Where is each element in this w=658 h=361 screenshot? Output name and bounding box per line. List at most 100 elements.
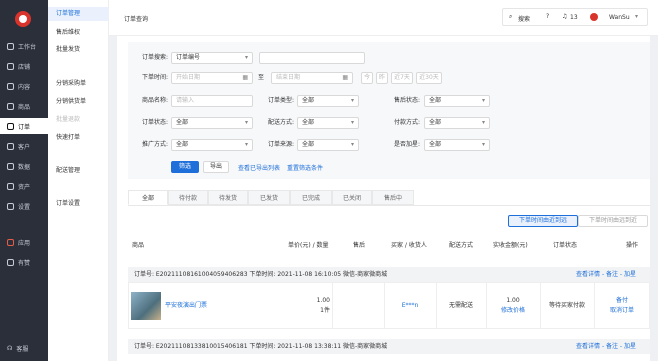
data-icon [7,162,14,170]
chevron-down-icon: ▾ [481,141,485,148]
remark-link[interactable]: 备付 [594,297,650,305]
cancel-order-link[interactable]: 取消订单 [594,307,650,315]
order-source-select[interactable]: 全部 ▾ [297,139,359,151]
nav-service[interactable]: ☊ 客服 [0,340,48,356]
order-status-select[interactable]: 全部 ▾ [171,117,253,129]
subnav-order-settings[interactable]: 订单设置 [48,197,109,211]
tab-closed[interactable]: 已关闭 [332,190,372,205]
star-select[interactable]: 全部 ▾ [424,139,490,151]
name-label: 商品名称: [141,97,168,104]
order-icon [7,122,14,130]
sort-oldest-first[interactable]: 下单时间由远到近 [578,215,648,227]
help-icon[interactable]: ? [546,13,549,20]
chevron-down-icon: ▾ [481,119,485,126]
main-sidebar: 工作台 店铺 内容 商品 订单 客户 数据 资产 设置 应用 有赞 ☊ 客服 [0,0,48,361]
modify-price-link[interactable]: 修改价格 [486,307,540,315]
search-icon[interactable]: ⌕ [509,13,512,21]
brand-logo[interactable] [15,11,31,27]
col-ship: 配送方式 [449,242,474,249]
status-label: 订单状态: [141,119,168,126]
chevron-down-icon: ▾ [350,119,354,126]
quick-yesterday[interactable]: 昨 [376,72,388,84]
tab-shipped[interactable]: 已发货 [248,190,290,205]
nav-dashboard[interactable]: 工作台 [0,38,48,54]
subnav-dist-supply[interactable]: 分销供货单 [48,95,109,109]
nav-goods[interactable]: 商品 [0,98,48,114]
quantity: 1件 [320,307,330,314]
user-name[interactable]: WanSu [609,14,630,21]
tab-after-sale[interactable]: 售后中 [372,190,414,205]
nav-orders[interactable]: 订单 [0,118,48,134]
nav-youzan[interactable]: 有赞 [0,254,48,270]
ship-method: 无需配送 [448,302,473,309]
user-avatar[interactable] [590,13,598,21]
subnav-quick-print[interactable]: 快速打单 [48,131,109,145]
promo-select[interactable]: 全部 ▾ [171,139,253,151]
time-label: 下单时间: [141,74,168,81]
calendar-icon: ▦ [342,74,348,81]
chevron-down-icon[interactable]: ▾ [635,13,638,20]
nav-data[interactable]: 数据 [0,158,48,174]
order-actions-link[interactable]: 查看详情 - 备注 - 加星 [576,267,636,282]
tab-completed[interactable]: 已完成 [290,190,332,205]
reset-filters-link[interactable]: 重置筛选条件 [287,163,323,172]
nav-customer[interactable]: 客户 [0,138,48,154]
tab-pending-payment[interactable]: 待付款 [168,190,208,205]
export-button[interactable]: 导出 [203,161,229,173]
tab-pending-shipment[interactable]: 待发货 [208,190,248,205]
tab-all[interactable]: 全部 [128,190,168,205]
subnav-batch-ship[interactable]: 批量发货 [48,43,109,57]
calendar-icon: ▦ [242,74,248,81]
order-type-select[interactable]: 全部 ▾ [297,95,359,107]
pay-method-select[interactable]: 全部 ▾ [424,117,490,129]
product-name-link[interactable]: 平安夜演出门票 [165,300,207,309]
nav-content[interactable]: 内容 [0,78,48,94]
header-toolbar: ⌕ 搜索 ? ♫ 13 WanSu ▾ [502,8,648,26]
start-date-input[interactable]: 开始日期 ▦ [171,72,253,84]
customer-icon [7,142,14,150]
sort-newest-first[interactable]: 下单时间由近到远 [508,215,578,227]
nav-store[interactable]: 店铺 [0,58,48,74]
end-date-input[interactable]: 结束日期 ▦ [271,72,353,84]
order-actions-link[interactable]: 查看详情 - 备注 - 加星 [576,339,636,354]
subnav-after-sale[interactable]: 售后维权 [48,26,109,40]
star-label: 是否加星: [393,141,420,148]
ship-method-select[interactable]: 全部 ▾ [297,117,359,129]
pay-label: 付款方式: [393,119,420,126]
product-name-input[interactable]: 请输入 [171,95,253,107]
col-divider [486,282,487,329]
col-divider [594,282,595,329]
header-search[interactable]: 搜索 [518,14,530,23]
subnav-dist-purchase[interactable]: 分销采购单 [48,77,109,91]
subnav-order-management[interactable]: 订单管理 [48,7,109,21]
nav-apps[interactable]: 应用 [0,234,48,250]
unit-price: 1.00 [316,297,330,304]
subnav-delivery[interactable]: 配送管理 [48,164,109,178]
exported-list-link[interactable]: 查看已导出列表 [238,163,280,172]
assets-icon [7,182,14,190]
after-sale-select[interactable]: 全部 ▾ [424,95,490,107]
col-buyer: 买家 / 收货人 [391,242,427,249]
col-status: 订单状态 [553,242,578,249]
search-input[interactable] [259,52,365,64]
quick-today[interactable]: 今 [361,72,373,84]
buyer-name-link[interactable]: E***n [384,302,436,310]
goods-icon [7,102,14,110]
headset-icon: ☊ [7,344,13,352]
chevron-down-icon: ▾ [350,97,354,104]
quick-7days[interactable]: 近7天 [391,72,413,84]
content-icon [7,82,14,90]
date-separator: 至 [257,74,264,81]
nav-settings[interactable]: 设置 [0,198,48,214]
search-type-select[interactable]: 订单编号 ▾ [171,52,253,64]
quick-30days[interactable]: 近30天 [416,72,442,84]
notification-count: 13 [570,14,578,21]
bell-icon[interactable]: ♫ [562,13,567,20]
after-sale-label: 售后状态: [393,97,420,104]
promo-label: 推广方式: [141,141,168,148]
page-header: 订单查询 ⌕ 搜索 ? ♫ 13 WanSu ▾ [109,0,658,36]
nav-assets[interactable]: 资产 [0,178,48,194]
order-status: 等待买家付款 [548,302,585,309]
filter-button[interactable]: 筛选 [171,161,199,173]
store-icon [7,62,14,70]
